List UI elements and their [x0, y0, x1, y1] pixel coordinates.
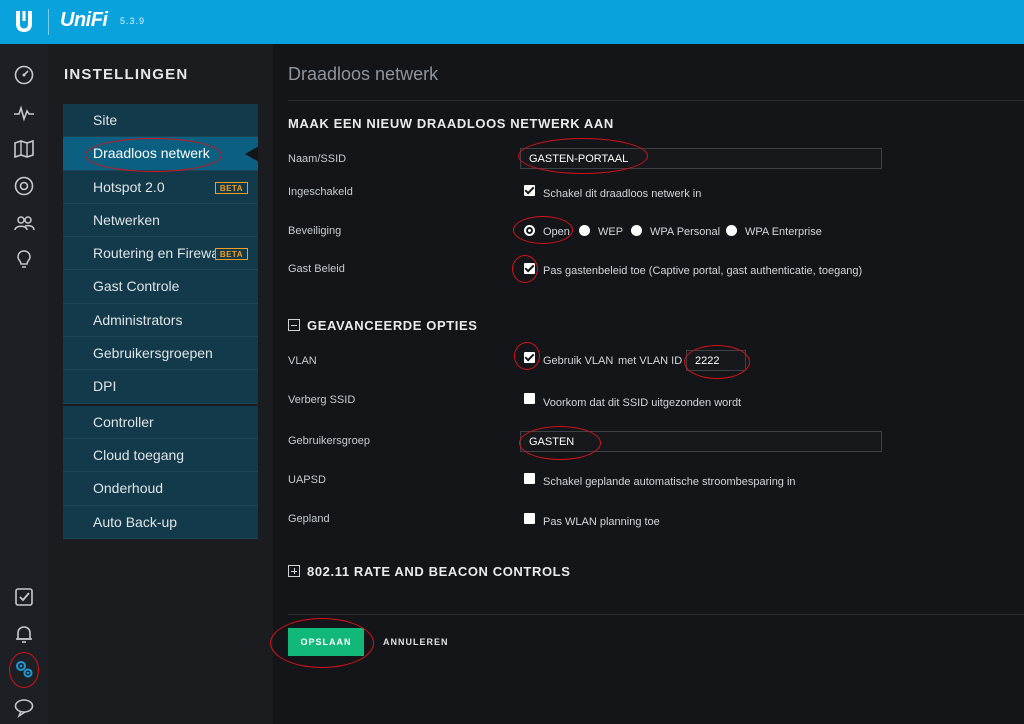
brand-name[interactable]: UniFi [60, 9, 108, 32]
sidebar-item-maintenance[interactable]: Onderhoud [63, 472, 258, 506]
sidebar-item-auto-backup[interactable]: Auto Back-up [63, 506, 258, 539]
collapse-icon[interactable] [288, 319, 300, 331]
user-group-input[interactable] [520, 431, 882, 452]
sidebar-item-label: Site [93, 112, 118, 128]
sidebar-item-user-groups[interactable]: Gebruikersgroepen [63, 337, 258, 371]
events-icon[interactable] [12, 585, 36, 609]
save-button[interactable]: OPSLAAN [288, 628, 364, 656]
beta-badge: BETA [214, 248, 248, 261]
sidebar-item-administrators[interactable]: Administrators [63, 304, 258, 338]
sidebar-item-site[interactable]: Site [63, 104, 258, 138]
sidebar-item-networks[interactable]: Netwerken [63, 204, 258, 238]
security-radio-wpa-personal[interactable] [631, 225, 642, 236]
hide-ssid-checkbox[interactable] [524, 393, 535, 404]
vlan-label: VLAN [288, 355, 317, 367]
ssid-label: Naam/SSID [288, 153, 347, 165]
sidebar-item-hotspot[interactable]: Hotspot 2.0 BETA [63, 171, 258, 204]
sidebar-item-label: Draadloos netwerk [93, 145, 210, 162]
sidebar-item-dpi[interactable]: DPI [63, 370, 258, 404]
menu-group-site: Site Draadloos netwerk Hotspot 2.0 BETA N… [63, 104, 258, 404]
uapsd-label: UAPSD [288, 474, 326, 486]
sidebar-item-label: Gebruikersgroepen [93, 345, 213, 362]
sidebar-item-cloud-access[interactable]: Cloud toegang [63, 439, 258, 473]
guest-policy-label: Gast Beleid [288, 263, 345, 275]
uapsd-checkbox[interactable] [524, 473, 535, 484]
security-radio-wpa-enterprise[interactable] [726, 225, 737, 236]
guest-policy-checkbox[interactable] [524, 263, 535, 274]
sidebar-item-label: Gast Controle [93, 278, 180, 295]
sidebar-item-label: Auto Back-up [93, 513, 178, 530]
clients-icon[interactable] [12, 211, 36, 235]
beta-badge: BETA [214, 181, 248, 194]
dashboard-icon[interactable] [12, 63, 36, 87]
alerts-icon[interactable] [12, 622, 36, 646]
hide-ssid-checkbox-label: Voorkom dat dit SSID uitgezonden wordt [543, 397, 742, 409]
scheduled-checkbox-label: Pas WLAN planning toe [543, 516, 660, 528]
chat-icon[interactable] [12, 695, 36, 719]
sidebar-item-routing-firewall[interactable]: Routering en Firewall BETA [63, 237, 258, 271]
ssid-input[interactable] [520, 148, 882, 169]
settings-menu: Site Draadloos netwerk Hotspot 2.0 BETA N… [63, 104, 258, 539]
icon-rail [0, 44, 48, 724]
sidebar-item-label: Administrators [93, 311, 183, 328]
sidebar-item-wireless[interactable]: Draadloos netwerk [63, 137, 258, 171]
enabled-checkbox-label: Schakel dit draadloos netwerk in [543, 188, 702, 200]
guest-policy-checkbox-label: Pas gastenbeleid toe (Captive portal, ga… [543, 265, 863, 277]
settings-icon[interactable] [12, 657, 36, 681]
sidebar-item-label: Controller [93, 413, 154, 430]
scheduled-checkbox[interactable] [524, 513, 535, 524]
enabled-checkbox[interactable] [524, 185, 535, 196]
settings-title: INSTELLINGEN [64, 66, 189, 83]
enabled-label: Ingeschakeld [288, 186, 353, 198]
section-title-advanced[interactable]: GEAVANCEERDE OPTIES [288, 318, 478, 333]
security-radio-open[interactable] [524, 225, 535, 236]
settings-sidebar: INSTELLINGEN Site Draadloos netwerk Hots… [48, 44, 273, 724]
sidebar-item-controller[interactable]: Controller [63, 406, 258, 439]
version-label: 5.3.9 [120, 16, 146, 26]
sidebar-item-guest-control[interactable]: Gast Controle [63, 270, 258, 304]
expand-icon[interactable] [288, 565, 300, 577]
devices-icon[interactable] [12, 174, 36, 198]
security-option-wpa-enterprise: WPA Enterprise [745, 226, 822, 238]
vlan-id-label: met VLAN ID [618, 355, 683, 367]
map-icon[interactable] [12, 137, 36, 161]
security-option-wpa-personal: WPA Personal [650, 226, 721, 238]
security-option-open: Open [543, 226, 570, 238]
user-group-label: Gebruikersgroep [288, 435, 370, 447]
statistics-icon[interactable] [12, 101, 36, 125]
uapsd-checkbox-label: Schakel geplande automatische stroombesp… [543, 476, 796, 488]
logo-divider [48, 9, 49, 35]
divider [288, 100, 1024, 101]
menu-group-controller: Controller Cloud toegang Onderhoud Auto … [63, 405, 258, 539]
vlan-id-input[interactable] [686, 350, 746, 371]
sidebar-item-label: Hotspot 2.0 [93, 178, 165, 195]
sidebar-item-label: Netwerken [93, 211, 160, 228]
section-title-create: MAAK EEN NIEUW DRAADLOOS NETWERK AAN [288, 116, 614, 131]
divider [288, 614, 1024, 615]
sidebar-item-label: Routering en Firewall [93, 245, 226, 262]
page-title: Draadloos netwerk [288, 64, 439, 84]
security-radio-wep[interactable] [579, 225, 590, 236]
security-label: Beveiliging [288, 225, 342, 237]
security-option-wep: WEP [598, 226, 624, 238]
top-bar: UniFi 5.3.9 [0, 0, 1024, 44]
section-title-rate-beacon[interactable]: 802.11 RATE AND BEACON CONTROLS [288, 564, 570, 579]
vlan-checkbox-label: Gebruik VLAN [543, 355, 614, 367]
sidebar-item-label: DPI [93, 378, 117, 395]
cancel-button[interactable]: ANNULEREN [383, 628, 449, 656]
rate-beacon-title-text: 802.11 RATE AND BEACON CONTROLS [307, 564, 571, 579]
vlan-checkbox[interactable] [524, 352, 535, 363]
sidebar-item-label: Onderhoud [93, 480, 164, 497]
hide-ssid-label: Verberg SSID [288, 394, 356, 406]
scheduled-label: Gepland [288, 513, 330, 525]
sidebar-item-label: Cloud toegang [93, 446, 185, 463]
main-content: Draadloos netwerk MAAK EEN NIEUW DRAADLO… [273, 44, 1024, 724]
insights-icon[interactable] [12, 248, 36, 272]
advanced-title-text: GEAVANCEERDE OPTIES [307, 318, 478, 333]
ubiquiti-logo-icon[interactable] [13, 8, 35, 34]
